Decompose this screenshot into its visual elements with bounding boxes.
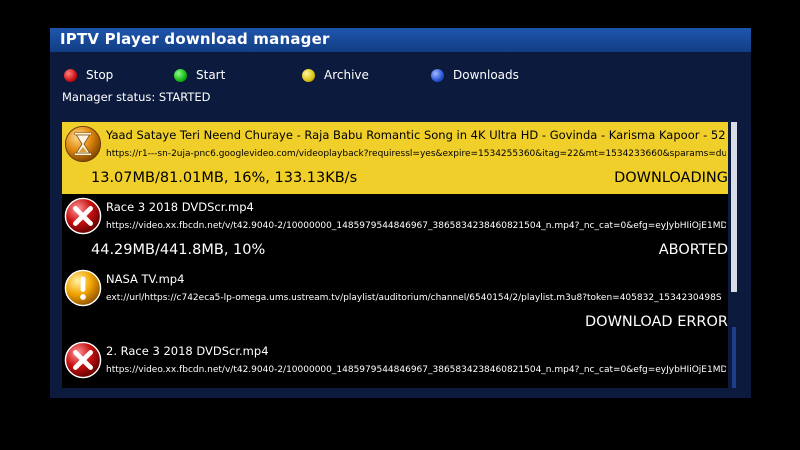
legend-stop[interactable]: Stop <box>64 66 113 84</box>
download-list: Yaad Sataye Teri Neend Churaye - Raja Ba… <box>62 122 728 388</box>
download-url: ext://url/https://c742eca5-lp-omega.ums.… <box>106 293 722 303</box>
yellow-button-icon <box>302 68 315 82</box>
title-bar: IPTV Player download manager <box>50 28 751 52</box>
legend-start[interactable]: Start <box>174 66 225 84</box>
download-name: NASA TV.mp4 <box>106 272 185 286</box>
legend-start-label: Start <box>196 68 226 82</box>
window-title: IPTV Player download manager <box>60 30 330 48</box>
legend-archive-label: Archive <box>324 68 369 82</box>
hourglass-icon <box>64 125 102 163</box>
download-progress: 13.07MB/81.01MB, 16%, 133.13KB/s <box>91 170 358 186</box>
warning-exclamation-icon <box>64 269 102 307</box>
download-item[interactable]: NASA TV.mp4 ext://url/https://c742eca5-l… <box>62 266 728 338</box>
download-state: ABORTED <box>658 242 728 258</box>
list-scrollbar[interactable] <box>731 122 737 388</box>
download-url: https://r1---sn-2uja-pnc6.googlevideo.co… <box>106 149 726 159</box>
download-progress: 44.29MB/441.8MB, 10% <box>91 242 266 258</box>
download-name: Race 3 2018 DVDScr.mp4 <box>106 200 254 214</box>
manager-status: Manager status: STARTED <box>62 90 211 104</box>
legend-downloads[interactable]: Downloads <box>431 66 519 84</box>
download-url: https://video.xx.fbcdn.net/v/t42.9040-2/… <box>106 365 726 375</box>
download-item[interactable]: Race 3 2018 DVDScr.mp4 https://video.xx.… <box>62 194 728 266</box>
scrollbar-track <box>732 327 736 388</box>
download-item[interactable]: 2. Race 3 2018 DVDScr.mp4 https://video.… <box>62 338 728 388</box>
download-name: 2. Race 3 2018 DVDScr.mp4 <box>106 344 269 358</box>
green-button-icon <box>174 68 187 82</box>
download-manager-window: IPTV Player download manager Stop Start … <box>50 28 751 398</box>
blue-button-icon <box>431 68 444 82</box>
legend-downloads-label: Downloads <box>453 68 519 82</box>
legend-stop-label: Stop <box>86 68 114 82</box>
error-x-icon <box>64 341 102 379</box>
download-item-selected[interactable]: Yaad Sataye Teri Neend Churaye - Raja Ba… <box>62 122 728 194</box>
red-button-icon <box>64 68 77 82</box>
error-x-icon <box>64 197 102 235</box>
download-state: DOWNLOAD ERROR <box>585 314 728 330</box>
download-url: https://video.xx.fbcdn.net/v/t42.9040-2/… <box>106 221 726 231</box>
legend-archive[interactable]: Archive <box>302 66 369 84</box>
download-state: DOWNLOADING <box>614 170 728 186</box>
download-name: Yaad Sataye Teri Neend Churaye - Raja Ba… <box>106 128 726 142</box>
scrollbar-thumb[interactable] <box>731 122 737 292</box>
